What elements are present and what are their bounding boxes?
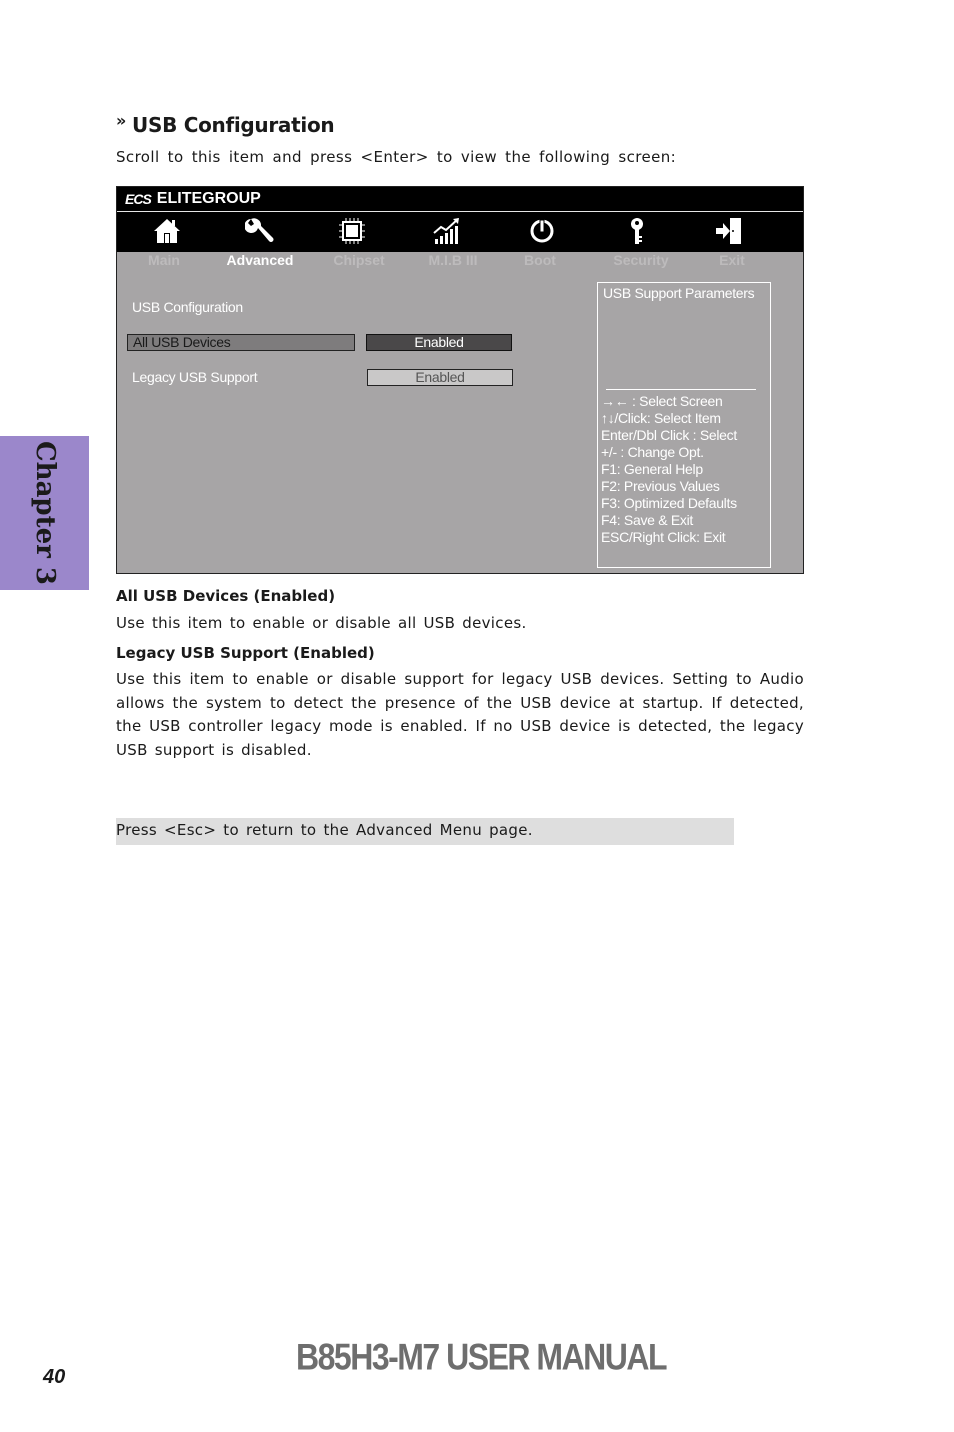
intro-text: Scroll to this item and press <Enter> to… [116,148,677,166]
help-panel: USB Support Parameters →← : Select Scree… [597,282,771,568]
help-keys: →← : Select Screen ↑↓/Click: Select Item… [601,393,737,546]
key-icon[interactable] [620,215,654,247]
help-key-line: F3: Optimized Defaults [601,495,737,511]
tab-chipset[interactable]: Chipset [333,252,384,268]
section-title: USB Configuration [132,113,335,137]
desc-heading-legacy-usb: Legacy USB Support (Enabled) [116,644,375,662]
wrench-icon[interactable] [243,215,277,247]
section-heading: » USB Configuration [116,111,335,137]
legacy-usb-support-label[interactable]: Legacy USB Support [132,369,258,385]
desc-text-all-usb: Use this item to enable or disable all U… [116,614,527,632]
tab-boot[interactable]: Boot [524,252,556,268]
brand: ECS ELITEGROUP [125,190,261,208]
chapter-label: Chapter 3 [29,440,60,586]
help-title: USB Support Parameters [603,285,755,301]
help-key-line: +/- : Change Opt. [601,444,704,460]
bios-header: ECS ELITEGROUP [117,187,803,252]
help-key-line: F2: Previous Values [601,478,720,494]
tab-advanced[interactable]: Advanced [227,252,294,268]
help-key-line: →← : Select Screen [601,393,723,409]
exit-door-icon[interactable] [712,215,746,247]
help-key-line: ↑↓/Click: Select Item [601,410,721,426]
help-key-line: F4: Save & Exit [601,512,693,528]
home-icon[interactable] [150,215,184,247]
power-icon[interactable] [525,215,559,247]
help-key-line: Enter/Dbl Click : Select [601,427,737,443]
legacy-usb-support-value[interactable]: Enabled [367,369,513,386]
all-usb-devices-value[interactable]: Enabled [366,334,512,351]
tab-security[interactable]: Security [613,252,668,268]
brand-name: ELITEGROUP [156,190,261,207]
page-number: 40 [43,1366,66,1388]
help-key-line: F1: General Help [601,461,703,477]
desc-heading-all-usb: All USB Devices (Enabled) [116,587,336,605]
bios-page-title: USB Configuration [132,299,243,315]
help-divider [606,389,756,390]
ecs-logo: ECS [125,191,152,207]
all-usb-devices-label[interactable]: All USB Devices [127,334,355,351]
bios-screen: ECS ELITEGROUP Main Advanced Chipset M.I… [116,186,804,574]
chip-icon[interactable] [335,215,369,247]
double-chevron-icon: » [116,111,127,130]
chart-growth-icon[interactable] [430,215,464,247]
tab-main[interactable]: Main [148,252,180,268]
desc-text-legacy-usb: Use this item to enable or disable suppo… [116,670,804,759]
bios-tab-bar: Main Advanced Chipset M.I.B III Boot Sec… [117,252,803,268]
header-divider [117,211,803,212]
help-key-line: ESC/Right Click: Exit [601,529,726,545]
chapter-tab: Chapter 3 [0,436,89,590]
tab-exit[interactable]: Exit [719,252,745,268]
tab-mib[interactable]: M.I.B III [429,252,478,268]
note-box: Press <Esc> to return to the Advanced Me… [116,818,734,845]
manual-title: B85H3-M7 USER MANUAL [296,1336,668,1378]
